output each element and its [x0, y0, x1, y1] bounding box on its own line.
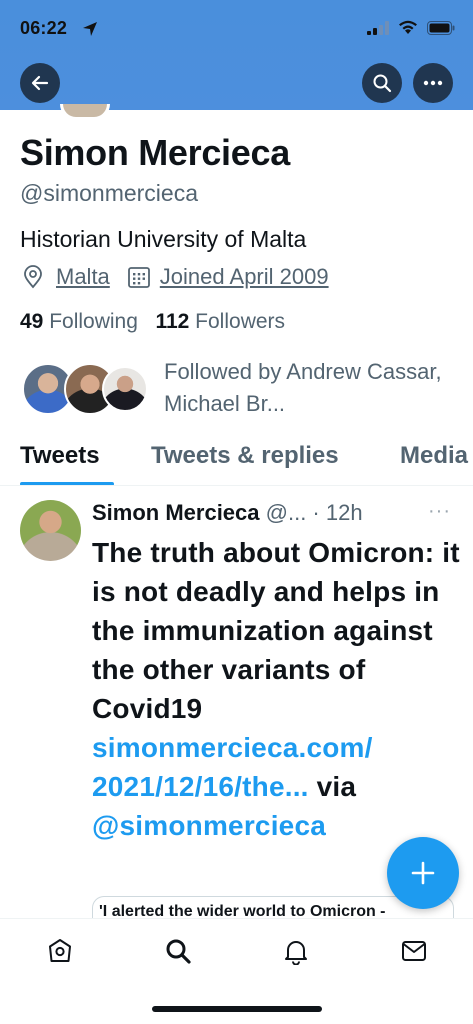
more-icon: [423, 80, 443, 86]
following-label: Following: [49, 310, 138, 333]
location-arrow-icon: [83, 22, 97, 36]
profile-avatar[interactable]: [60, 104, 110, 120]
calendar-icon: [127, 267, 150, 288]
follow-stats: 49 Following 112 Followers: [20, 310, 285, 334]
tweet-header: Simon Mercieca @... · 12h: [92, 500, 462, 526]
profile-joined-date[interactable]: Joined April 2009: [160, 264, 329, 290]
followers-label: Followers: [195, 310, 286, 333]
tweet-text: The truth about Omicron: it is not deadl…: [92, 537, 460, 724]
tweet-author-avatar[interactable]: [20, 500, 81, 561]
search-button[interactable]: [362, 63, 402, 103]
more-options-button[interactable]: [413, 63, 453, 103]
notifications-icon: [285, 941, 307, 965]
profile-meta: Malta Joined April 2009: [20, 264, 329, 290]
home-icon: [49, 939, 71, 962]
plus-icon: [411, 861, 435, 885]
location-pin-icon: [24, 265, 42, 289]
battery-icon: [427, 20, 455, 35]
tweet-handle-time: @... · 12h: [265, 500, 363, 525]
profile-bio: Historian University of Malta: [20, 226, 307, 252]
home-indicator: [152, 1006, 322, 1012]
profile-handle: @simonmercieca: [20, 180, 199, 206]
messages-icon: [402, 941, 426, 961]
status-indicators: [367, 20, 455, 35]
tweet-text-container: The truth about Omicron: it is not deadl…: [92, 533, 462, 845]
compose-tweet-button[interactable]: [387, 837, 459, 909]
status-time: 06:22: [20, 18, 68, 38]
tab-tweets-replies[interactable]: Tweets & replies: [151, 442, 339, 470]
wifi-icon: [399, 20, 417, 34]
nav-home[interactable]: [44, 935, 76, 967]
active-tab-indicator: [20, 482, 114, 485]
nav-search[interactable]: [162, 935, 194, 967]
followers-link[interactable]: 112 Followers: [155, 310, 285, 333]
following-count: 49: [20, 310, 44, 333]
followers-count: 112: [155, 310, 190, 333]
profile-tabs: Tweets Tweets & replies Media: [0, 436, 473, 486]
tweet-mention[interactable]: @simonmercieca: [92, 810, 326, 841]
tab-media[interactable]: Media: [400, 442, 468, 470]
profile-location[interactable]: Malta: [56, 264, 110, 290]
back-arrow-icon: [31, 75, 49, 91]
search-icon: [373, 74, 392, 93]
followed-by-text[interactable]: Followed by Andrew Cassar, Michael Br...: [164, 356, 464, 420]
follower-avatar[interactable]: [102, 366, 148, 412]
tweet-via: via: [316, 771, 357, 802]
tweet-more-icon[interactable]: ···: [428, 500, 451, 523]
profile-banner: 06:22: [0, 0, 473, 110]
tweet-author-name[interactable]: Simon Mercieca: [92, 500, 260, 525]
tab-tweets[interactable]: Tweets: [20, 442, 100, 470]
cellular-signal-icon: [367, 20, 389, 35]
profile-name: Simon Mercieca: [20, 132, 290, 173]
search-icon: [166, 939, 191, 964]
following-link[interactable]: 49 Following: [20, 310, 138, 333]
nav-messages[interactable]: [398, 935, 430, 967]
nav-notifications[interactable]: [280, 935, 312, 967]
back-button[interactable]: [20, 63, 60, 103]
